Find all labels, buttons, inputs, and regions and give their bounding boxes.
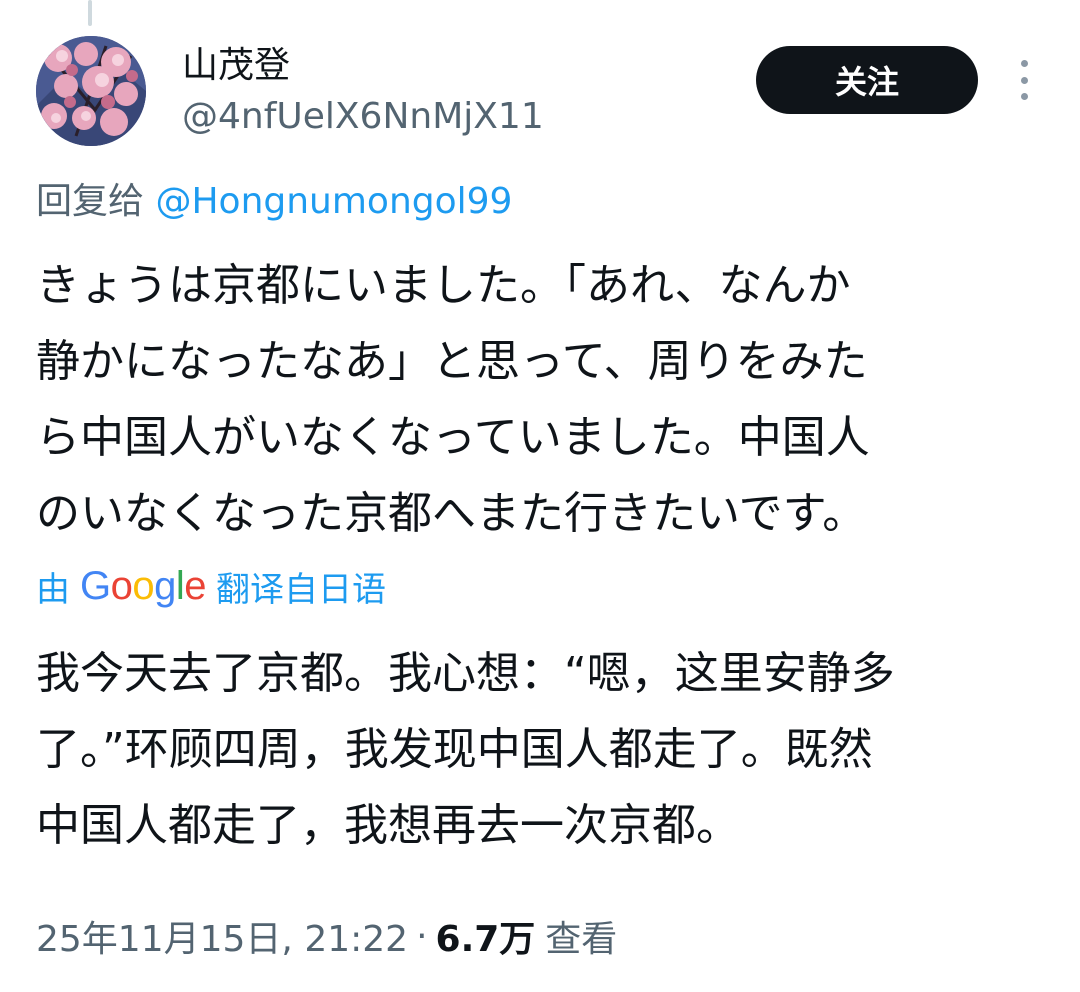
tweet-timestamp[interactable]: 25年11月15日, 21:22 (36, 910, 408, 962)
translated-text-line: 我今天去了京都。我心想：“嗯，这里安静多 (36, 648, 895, 699)
translation-suffix: 翻译自日语 (216, 569, 387, 610)
author-display-name[interactable]: 山茂登 (182, 44, 290, 88)
more-dot (1020, 93, 1028, 100)
google-logo-letter: g (154, 563, 176, 608)
tweet-text: きょうは京都にいました。「あれ、なんか 静かになったなあ」と思って、周りをみた … (36, 248, 1046, 552)
google-logo-letter: e (184, 563, 207, 608)
tweet-text-line: きょうは京都にいました。「あれ、なんか (36, 260, 851, 311)
tweet-meta: 25年11月15日, 21:22 · 6.7万 查看 (36, 908, 617, 964)
tweet-text-line: ら中国人がいなくなっていました。中国人 (36, 412, 870, 463)
tweet-text-line: 静かになったなあ」と思って、周りをみた (36, 336, 868, 387)
more-dot (1020, 76, 1028, 84)
author-handle[interactable]: @4nfUelX6NnMjX11 (182, 94, 544, 140)
reply-prefix: 回复给 (36, 181, 145, 222)
thread-connector-line (88, 0, 92, 26)
translated-text-line: 中国人都走了，我想再去一次京都。 (36, 800, 740, 851)
translated-text-line: 了。”环顾四周，我发现中国人都走了。既然 (36, 724, 873, 775)
google-logo: Google (80, 563, 207, 609)
translation-prefix: 由 (36, 569, 70, 610)
meta-separator: · (416, 915, 428, 957)
cherry-blossom-icon (36, 36, 146, 146)
view-count[interactable]: 6.7万 (436, 910, 536, 962)
more-vertical-icon[interactable] (1012, 60, 1036, 100)
translated-text: 我今天去了京都。我心想：“嗯，这里安静多 了。”环顾四周，我发现中国人都走了。既… (36, 636, 1046, 864)
reply-to-line: 回复给 @Hongnumongol99 (36, 178, 512, 226)
google-logo-letter: l (175, 563, 185, 608)
google-logo-letter: G (80, 563, 111, 608)
more-dot (1020, 60, 1028, 67)
reply-mention-link[interactable]: @Hongnumongol99 (155, 181, 512, 222)
google-logo-letter: o (132, 563, 155, 608)
follow-button[interactable]: 关注 (756, 46, 978, 114)
view-label: 查看 (545, 919, 618, 960)
translation-attribution[interactable]: 由 Google 翻译自日语 (36, 560, 386, 612)
avatar[interactable] (36, 36, 146, 146)
google-logo-letter: o (110, 563, 133, 608)
tweet-text-line: のいなくなった京都へまた行きたいです。 (36, 488, 867, 539)
